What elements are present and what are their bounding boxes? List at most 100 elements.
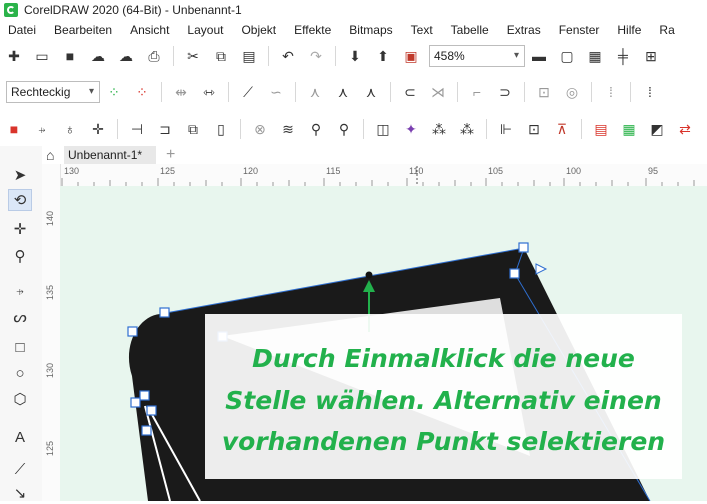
menu-bearbeiten[interactable]: Bearbeiten [54, 23, 112, 37]
symmetrical-node-icon[interactable]: ⋏ [362, 83, 380, 101]
layers-icon[interactable]: ⊗ [251, 120, 269, 138]
smooth-node-icon[interactable]: ⋏ [334, 83, 352, 101]
zoom-tool-icon[interactable]: ⚲ [8, 245, 32, 267]
show-guidelines-icon[interactable]: ╪ [614, 47, 632, 65]
color-tool-icon[interactable]: ✦ [402, 120, 420, 138]
shape-edit-icon[interactable]: ◫ [374, 120, 392, 138]
cloud-download-icon[interactable]: ☁ [117, 47, 135, 65]
new-click-point [365, 271, 373, 279]
convert-to-curve-icon[interactable]: ∽ [267, 83, 285, 101]
layers-stack-icon[interactable]: ≋ [279, 120, 297, 138]
distribute-icon[interactable]: ⊼ [553, 120, 571, 138]
tool-1-icon[interactable]: ⍆ [33, 120, 51, 138]
document-tab[interactable]: Unbenannt-1* [64, 146, 156, 164]
menu-datei[interactable]: Datei [8, 23, 36, 37]
extend-curve-icon[interactable]: ⋊ [429, 83, 447, 101]
menu-text[interactable]: Text [411, 23, 433, 37]
save-icon[interactable]: ■ [61, 47, 79, 65]
shape-tool-icon[interactable]: ⟲ [8, 189, 32, 211]
reflect-nodes-icon[interactable]: ⁞ [641, 83, 659, 101]
menu-ra[interactable]: Ra [659, 23, 674, 37]
menu-hilfe[interactable]: Hilfe [617, 23, 641, 37]
toolbar-separator [630, 82, 631, 102]
menu-fenster[interactable]: Fenster [559, 23, 600, 37]
paste-icon[interactable]: ▤ [240, 47, 258, 65]
menu-tabelle[interactable]: Tabelle [451, 23, 489, 37]
import-icon[interactable]: ⬇ [346, 47, 364, 65]
color-bars-icon[interactable]: ▤ [592, 120, 610, 138]
rectangle-tool-icon[interactable]: □ [8, 336, 32, 358]
nodes-icon[interactable]: ⁂ [430, 120, 448, 138]
crop-tool-icon[interactable]: ✛ [8, 218, 32, 240]
selection-box-icon[interactable]: ⊡ [525, 120, 543, 138]
rotate-nodes-icon[interactable]: ◎ [563, 83, 581, 101]
copy-icon[interactable]: ⧉ [212, 47, 230, 65]
node-handle [509, 268, 520, 279]
color-palette-icon[interactable]: ▦ [620, 120, 638, 138]
toolbar-separator [457, 82, 458, 102]
line-tool-icon[interactable]: ⟋ [8, 458, 32, 480]
convert-to-line-icon[interactable]: ⟋ [239, 83, 257, 101]
menu-ansicht[interactable]: Ansicht [130, 23, 169, 37]
cusp-node-icon[interactable]: ⋏ [306, 83, 324, 101]
vertical-ruler[interactable]: 140 135 130 125 [42, 164, 61, 501]
page-icon[interactable]: ▯ [212, 120, 230, 138]
cut-icon[interactable]: ✂ [184, 47, 202, 65]
pen-tool-icon[interactable]: ♁ [61, 120, 79, 138]
stretch-nodes-icon[interactable]: ⊡ [535, 83, 553, 101]
node-handle [141, 425, 152, 436]
align-icon[interactable]: ⊩ [497, 120, 515, 138]
polygon-tool-icon[interactable]: ⬡ [8, 388, 32, 410]
ellipse-tool-icon[interactable]: ○ [8, 362, 32, 384]
add-node-icon[interactable]: ⁘ [105, 83, 123, 101]
home-icon[interactable]: ⌂ [46, 147, 54, 163]
redo-icon[interactable]: ↷ [307, 47, 325, 65]
show-rulers-icon[interactable]: ▢ [558, 47, 576, 65]
search-icon[interactable]: ⚲ [307, 120, 325, 138]
text-tool-icon[interactable]: A [8, 426, 32, 448]
add-point-icon[interactable]: ✛ [89, 120, 107, 138]
full-screen-icon[interactable]: ▬ [530, 47, 548, 65]
curve-type-dropdown[interactable]: Rechteckig ▾ [6, 81, 100, 103]
nodes-alt-icon[interactable]: ⁂ [458, 120, 476, 138]
break-curve-icon[interactable]: ⇿ [200, 83, 218, 101]
export-icon[interactable]: ⬆ [374, 47, 392, 65]
join-nodes-icon[interactable]: ⇹ [172, 83, 190, 101]
print-icon[interactable]: ⎙ [145, 47, 163, 65]
freehand-tool-icon[interactable]: ⍆ [8, 280, 32, 302]
zoom-level-dropdown[interactable]: 458% ▾ [429, 45, 525, 67]
menu-layout[interactable]: Layout [187, 23, 223, 37]
menu-objekt[interactable]: Objekt [241, 23, 276, 37]
undo-icon[interactable]: ↶ [279, 47, 297, 65]
align-nodes-icon[interactable]: ⁞ [602, 83, 620, 101]
close-curve-icon[interactable]: ⊃ [496, 83, 514, 101]
reverse-direction-icon[interactable]: ⊂ [401, 83, 419, 101]
pdf-export-icon[interactable]: ▣ [402, 47, 420, 65]
node-handle [518, 242, 529, 253]
fill-icon[interactable]: ◩ [648, 120, 666, 138]
artistic-media-icon[interactable]: ᔕ [8, 306, 32, 328]
curve-type-value: Rechteckig [11, 85, 71, 99]
menu-extras[interactable]: Extras [507, 23, 541, 37]
chevron-down-icon: ▾ [513, 50, 519, 61]
new-tab-plus-icon[interactable]: + [166, 146, 175, 164]
group-icon[interactable]: ⧉ [184, 120, 202, 138]
snap-to-icon[interactable]: ⊞ [642, 47, 660, 65]
bracket-icon[interactable]: ⊣ [128, 120, 146, 138]
transform-icon[interactable]: ⇄ [676, 120, 694, 138]
cloud-icon[interactable]: ☁ [89, 47, 107, 65]
delete-node-icon[interactable]: ⁘ [133, 83, 151, 101]
open-folder-icon[interactable]: ▭ [33, 47, 51, 65]
new-document-icon[interactable]: ✚ [5, 47, 23, 65]
extract-subpath-icon[interactable]: ⌐ [468, 83, 486, 101]
menu-bitmaps[interactable]: Bitmaps [349, 23, 392, 37]
zoom-level-value: 458% [434, 49, 465, 63]
horizontal-ruler[interactable]: 130 125 120 115 110 105 100 95 [60, 164, 707, 187]
pick-tool-icon[interactable]: ➤ [8, 164, 32, 186]
save-red-icon[interactable]: ■ [5, 120, 23, 138]
menu-effekte[interactable]: Effekte [294, 23, 331, 37]
show-grid-icon[interactable]: ▦ [586, 47, 604, 65]
frame-icon[interactable]: ⊐ [156, 120, 174, 138]
instruction-callout: Durch Einmalklick die neue Stelle wählen… [205, 314, 682, 479]
zoom-icon[interactable]: ⚲ [335, 120, 353, 138]
